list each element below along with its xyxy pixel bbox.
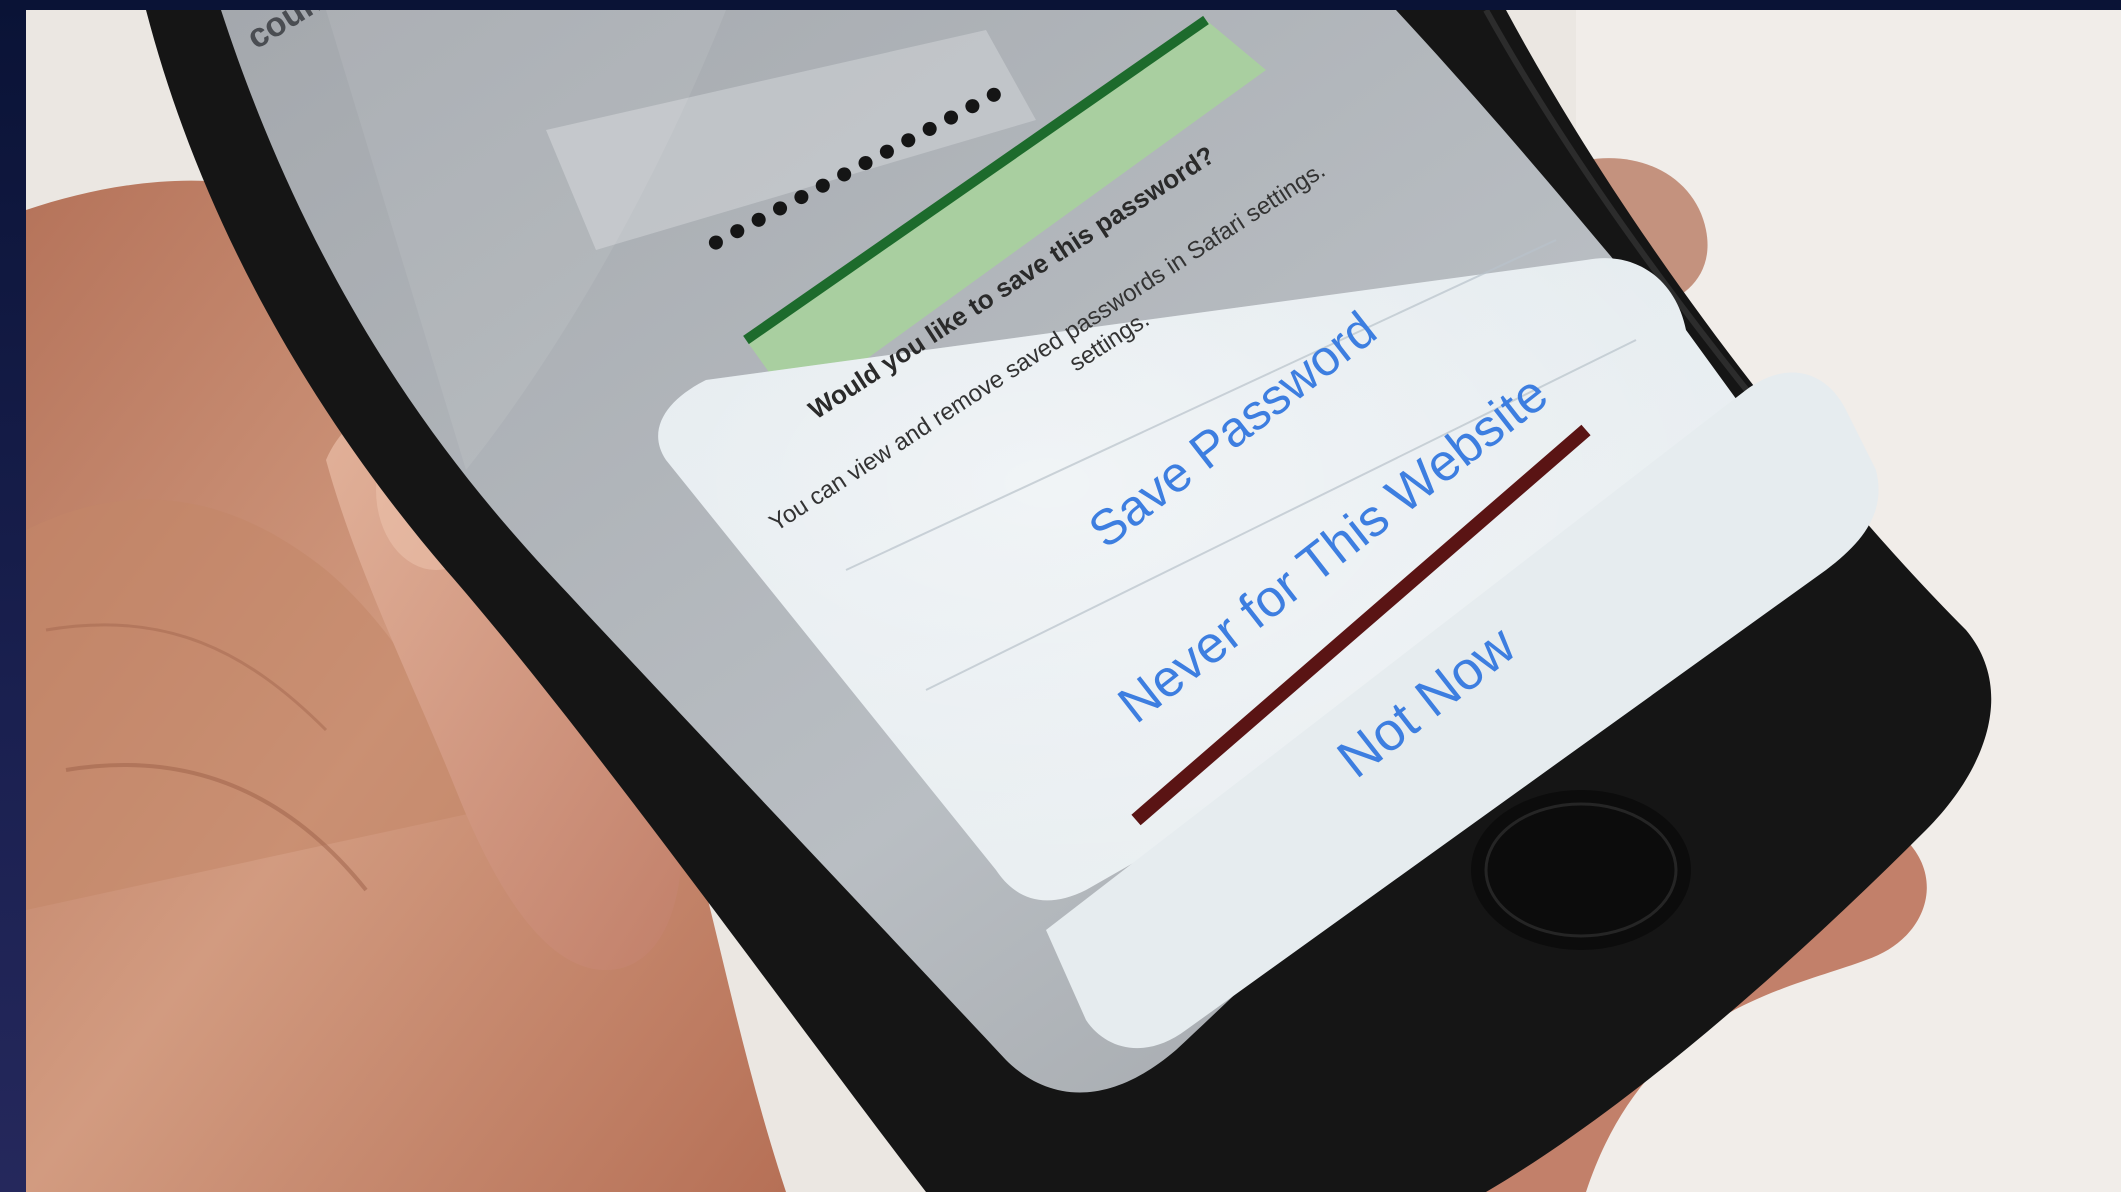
photo: count •••••••••••••• Would you like to s… — [26, 10, 2121, 1192]
left-border — [0, 0, 26, 1192]
home-button[interactable] — [1471, 790, 1691, 950]
image-frame: count •••••••••••••• Would you like to s… — [0, 0, 2121, 1192]
photo-scene: count •••••••••••••• Would you like to s… — [26, 10, 2121, 1192]
top-border — [0, 0, 2121, 10]
